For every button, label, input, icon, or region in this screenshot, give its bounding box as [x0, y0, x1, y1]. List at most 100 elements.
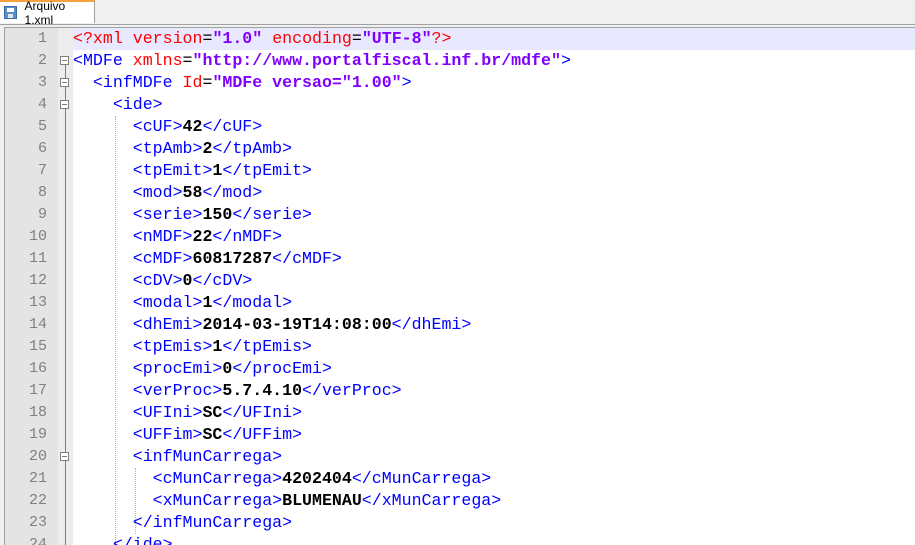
xml-tag-token: </cUF>	[202, 117, 263, 136]
xml-text-token: 2	[202, 139, 213, 158]
fold-collapse-icon[interactable]	[60, 78, 69, 87]
code-line[interactable]: 6 <tpAmb>2</tpAmb>	[5, 138, 915, 160]
line-number: 6	[37, 140, 47, 157]
line-number: 5	[37, 118, 47, 135]
code-line[interactable]: 5 <cUF>42</cUF>	[5, 116, 915, 138]
xml-tag-token: </infMunCarrega>	[132, 513, 293, 532]
tab-arquivo-1-xml[interactable]: Arquivo 1.xml	[0, 0, 95, 27]
code-line[interactable]: 21 <cMunCarrega>4202404</cMunCarrega>	[5, 468, 915, 490]
code-line[interactable]: 12 <cDV>0</cDV>	[5, 270, 915, 292]
xml-tag-token: </dhEmi>	[391, 315, 472, 334]
line-number: 10	[28, 228, 47, 245]
xml-text-token: BLUMENAU	[282, 491, 362, 510]
code-text: <procEmi>0</procEmi>	[73, 358, 915, 380]
code-text: <UFIni>SC</UFIni>	[73, 402, 915, 424]
xml-tag-token: </cMunCarrega>	[351, 469, 492, 488]
xml-text-token: 1	[202, 293, 213, 312]
code-line[interactable]: 9 <serie>150</serie>	[5, 204, 915, 226]
code-line[interactable]: 7 <tpEmit>1</tpEmit>	[5, 160, 915, 182]
code-text: <dhEmi>2014-03-19T14:08:00</dhEmi>	[73, 314, 915, 336]
xml-tag-token: <infMunCarrega>	[132, 447, 283, 466]
xml-tag-token: <serie>	[132, 205, 203, 224]
xml-tag-token: </serie>	[232, 205, 313, 224]
line-number: 9	[37, 206, 47, 223]
xml-text-token: SC	[202, 403, 223, 422]
code-text: <verProc>5.7.4.10</verProc>	[73, 380, 915, 402]
xml-tag-token: </xMunCarrega>	[361, 491, 502, 510]
xml-tag-token: <UFIni>	[132, 403, 203, 422]
code-text: </infMunCarrega>	[73, 512, 915, 534]
line-number: 12	[28, 272, 47, 289]
code-text: <infMunCarrega>	[73, 446, 915, 468]
code-text: <cUF>42</cUF>	[73, 116, 915, 138]
line-number: 21	[28, 470, 47, 487]
xml-tag-token: </modal>	[212, 293, 293, 312]
code-line[interactable]: 24 </ide>	[5, 534, 915, 545]
xml-text-token: 1	[212, 337, 223, 356]
xml-tag-token: <infMDFe	[92, 73, 183, 92]
code-text: <nMDF>22</nMDF>	[73, 226, 915, 248]
xml-val-token: "UTF-8"	[361, 29, 432, 48]
xml-text-token: 22	[192, 227, 213, 246]
tab-label: Arquivo 1.xml	[24, 0, 66, 27]
fold-collapse-icon[interactable]	[60, 452, 69, 461]
code-line[interactable]: 4 <ide>	[5, 94, 915, 116]
code-text: <ide>	[73, 94, 915, 116]
xml-tag-token: <procEmi>	[132, 359, 223, 378]
code-line[interactable]: 22 <xMunCarrega>BLUMENAU</xMunCarrega>	[5, 490, 915, 512]
line-number: 24	[28, 536, 47, 545]
code-line[interactable]: 10 <nMDF>22</nMDF>	[5, 226, 915, 248]
line-number: 13	[28, 294, 47, 311]
code-text: <cMDF>60817287</cMDF>	[73, 248, 915, 270]
code-text: <mod>58</mod>	[73, 182, 915, 204]
xml-attr-token: xmlns	[132, 51, 183, 70]
xml-pi-token: version	[132, 29, 203, 48]
code-line[interactable]: 11 <cMDF>60817287</cMDF>	[5, 248, 915, 270]
xml-text-token: 1	[212, 161, 223, 180]
xml-tag-token: <cMunCarrega>	[152, 469, 283, 488]
code-line[interactable]: 13 <modal>1</modal>	[5, 292, 915, 314]
xml-text-token: 5.7.4.10	[222, 381, 303, 400]
xml-tag-token: <tpEmit>	[132, 161, 213, 180]
code-line[interactable]: 2 <MDFe xmlns="http://www.portalfiscal.in…	[5, 50, 915, 72]
xml-tag-token: <cUF>	[132, 117, 183, 136]
fold-collapse-icon[interactable]	[60, 100, 69, 109]
code-line[interactable]: 20 <infMunCarrega>	[5, 446, 915, 468]
xml-text-token: 60817287	[192, 249, 273, 268]
code-text: </ide>	[73, 534, 915, 545]
line-number: 16	[28, 360, 47, 377]
line-number: 19	[28, 426, 47, 443]
xml-tag-token: </mod>	[202, 183, 263, 202]
code-line[interactable]: 18 <UFIni>SC</UFIni>	[5, 402, 915, 424]
code-line[interactable]: 19 <UFFim>SC</UFFim>	[5, 424, 915, 446]
code-text: <tpAmb>2</tpAmb>	[73, 138, 915, 160]
code-line[interactable]: 14 <dhEmi>2014-03-19T14:08:00</dhEmi>	[5, 314, 915, 336]
code-text: <tpEmit>1</tpEmit>	[73, 160, 915, 182]
fold-collapse-icon[interactable]	[60, 56, 69, 65]
xml-text-token: 58	[182, 183, 203, 202]
code-text: <cDV>0</cDV>	[73, 270, 915, 292]
xml-eq-token: =	[202, 73, 213, 92]
xml-tag-token: </verProc>	[302, 381, 402, 400]
save-icon	[4, 6, 17, 19]
line-number: 22	[28, 492, 47, 509]
xml-pi-token: encoding	[262, 29, 352, 48]
line-number: 7	[37, 162, 47, 179]
line-number: 15	[28, 338, 47, 355]
code-line[interactable]: 8 <mod>58</mod>	[5, 182, 915, 204]
code-editor[interactable]: 1 <?xml version="1.0" encoding="UTF-8"?> 2…	[4, 27, 915, 545]
code-text: <?xml version="1.0" encoding="UTF-8"?>	[73, 28, 915, 50]
code-line[interactable]: 1 <?xml version="1.0" encoding="UTF-8"?>	[5, 28, 915, 50]
code-line[interactable]: 17 <verProc>5.7.4.10</verProc>	[5, 380, 915, 402]
code-line[interactable]: 3 <infMDFe Id="MDFe versao="1.00">	[5, 72, 915, 94]
xml-tag-token: </UFFim>	[222, 425, 303, 444]
xml-tag-token: <cMDF>	[132, 249, 193, 268]
xml-text-token: 4202404	[282, 469, 352, 488]
xml-tag-token: </cMDF>	[272, 249, 342, 268]
code-line[interactable]: 15 <tpEmis>1</tpEmis>	[5, 336, 915, 358]
code-line[interactable]: 16 <procEmi>0</procEmi>	[5, 358, 915, 380]
code-text: <modal>1</modal>	[73, 292, 915, 314]
xml-tag-token: <ide>	[112, 95, 163, 114]
code-text: <xMunCarrega>BLUMENAU</xMunCarrega>	[73, 490, 915, 512]
code-line[interactable]: 23 </infMunCarrega>	[5, 512, 915, 534]
